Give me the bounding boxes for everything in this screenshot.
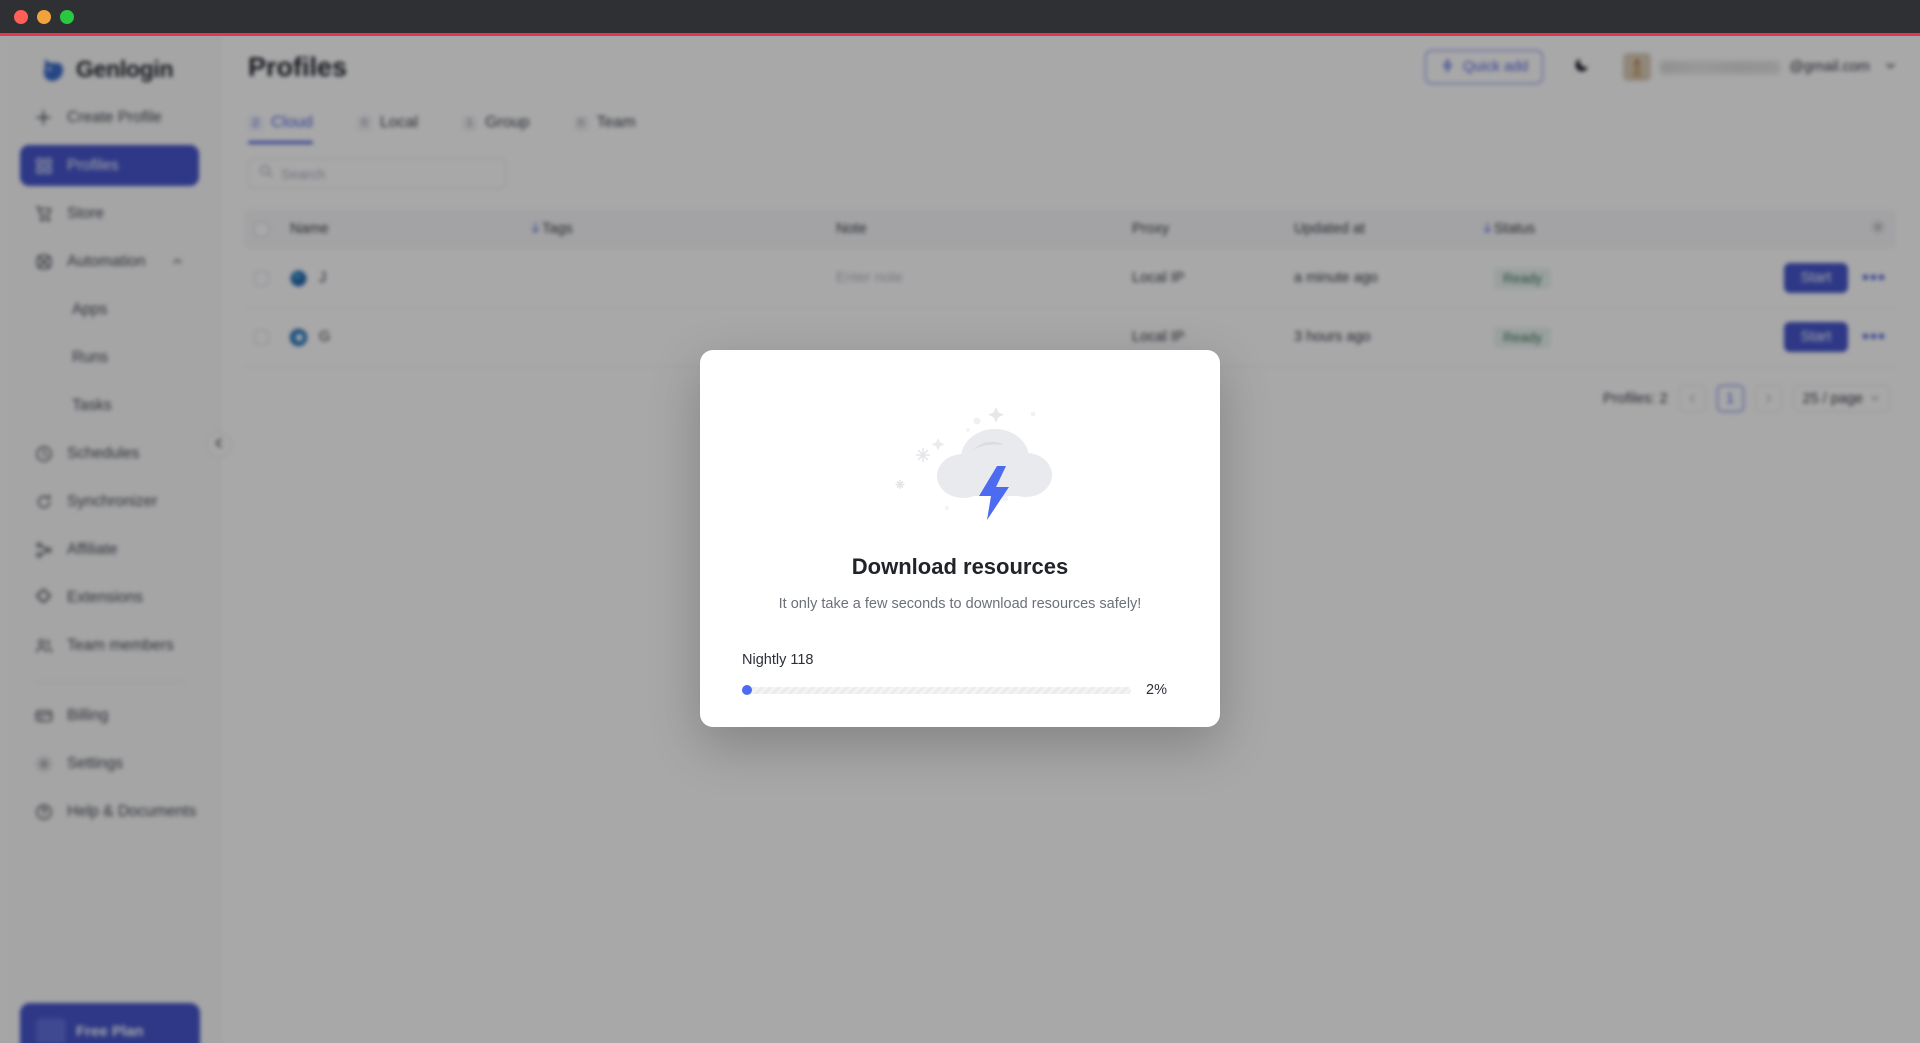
window-maximize-button[interactable] bbox=[60, 9, 74, 24]
progress-track bbox=[742, 685, 1131, 695]
progress-percent: 2% bbox=[1146, 682, 1167, 698]
window-close-button[interactable] bbox=[14, 9, 28, 24]
progress-row: 2% bbox=[742, 682, 1178, 698]
progress-fill bbox=[742, 685, 752, 695]
modal-subtitle: It only take a few seconds to download r… bbox=[778, 596, 1142, 612]
progress-label: Nightly 118 bbox=[742, 652, 814, 668]
modal-title: Download resources bbox=[851, 554, 1069, 579]
window-minimize-button[interactable] bbox=[37, 9, 51, 24]
window-titlebar bbox=[0, 0, 1920, 33]
download-resources-modal: Download resources It only take a few se… bbox=[700, 350, 1220, 727]
cloud-lightning-icon bbox=[845, 380, 1075, 550]
download-progress: Nightly 118 2% bbox=[742, 652, 1178, 698]
